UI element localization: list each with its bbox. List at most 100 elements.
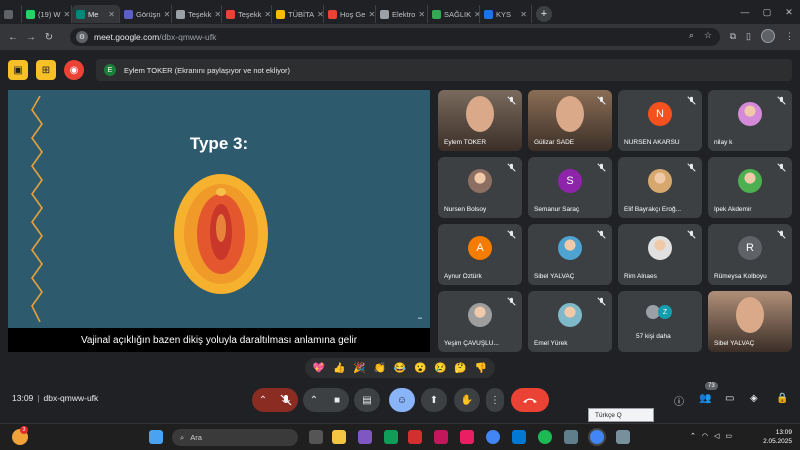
leave-call-button[interactable] (511, 388, 549, 412)
acrobat-icon[interactable] (408, 430, 422, 444)
video-options-button[interactable]: ⌃ (303, 388, 325, 412)
tab-label: Teşekk (238, 9, 262, 19)
participant-tile[interactable]: Elif Bayrakçı Eroğ... (618, 157, 702, 218)
pin-icon[interactable]: ⊞ (36, 60, 56, 80)
chevron-up-icon[interactable]: ⌃ (690, 432, 696, 440)
menu-icon[interactable]: ⋮ (785, 31, 794, 42)
tab-close-icon[interactable]: ✕ (471, 10, 479, 19)
tab-close-icon[interactable]: ✕ (161, 10, 171, 19)
raise-hand-button[interactable]: ✋ (454, 388, 480, 412)
participant-tile[interactable]: Emel Yürek (528, 291, 612, 352)
tab-close-icon[interactable]: ✕ (105, 10, 115, 19)
back-icon[interactable]: ← (4, 32, 22, 43)
zoom-icon[interactable]: ⌕ (689, 30, 694, 41)
battery-icon[interactable]: ▭ (725, 432, 732, 440)
participant-tile[interactable]: Gülizar SADE (528, 90, 612, 151)
extensions-icon[interactable]: ⧉ (730, 31, 736, 42)
info-icon[interactable]: ⓘ (674, 393, 684, 408)
settings-icon[interactable] (616, 430, 630, 444)
camera-toggle-button[interactable]: ■ (325, 388, 349, 412)
tab-close-icon[interactable]: ✕ (365, 10, 375, 19)
tab-close-icon[interactable]: ✕ (211, 10, 221, 19)
tab-close-icon[interactable]: ✕ (314, 10, 323, 19)
participant-tile[interactable]: Sibel YALVAÇ (528, 224, 612, 285)
emoji-button[interactable]: ☺ (389, 388, 415, 412)
participant-tile[interactable]: R Rümeysa Kolboyu (708, 224, 792, 285)
close-window-icon[interactable]: ✕ (778, 7, 800, 18)
captions-button[interactable]: ▤ (354, 388, 380, 412)
reaction-emoji[interactable]: 🤔 (454, 363, 466, 374)
taskbar-search[interactable]: ⌕ Ara (172, 429, 298, 446)
browser-tab[interactable]: Elektro ✕ (376, 5, 428, 23)
more-options-button[interactable]: ⋮ (486, 388, 504, 412)
reaction-emoji[interactable]: 😢 (434, 363, 446, 374)
profile-avatar[interactable] (761, 29, 775, 43)
reaction-emoji[interactable]: 😮 (414, 363, 426, 374)
mendeley-icon[interactable] (460, 430, 474, 444)
app-icon[interactable] (434, 430, 448, 444)
tab-close-icon[interactable]: ✕ (517, 10, 527, 19)
participant-tile[interactable]: İpek Akdemir (708, 157, 792, 218)
maximize-icon[interactable]: ▢ (756, 7, 778, 18)
reload-icon[interactable]: ↻ (40, 32, 58, 43)
start-icon[interactable] (149, 430, 163, 444)
browser-tab[interactable]: Görüşn ✕ (120, 5, 172, 23)
chrome-icon[interactable] (486, 430, 500, 444)
participant-tile[interactable]: Nursen Bolsoy (438, 157, 522, 218)
participant-tile[interactable]: Eylem TOKER (438, 90, 522, 151)
participant-tile[interactable]: Z 57 kişi daha (618, 291, 702, 352)
reaction-emoji[interactable]: 👎 (475, 363, 487, 374)
browser-tab[interactable]: Teşekk ✕ (222, 5, 272, 23)
activities-icon[interactable]: ◈ (750, 393, 758, 404)
tab-close-icon[interactable]: ✕ (61, 10, 71, 19)
reaction-emoji[interactable]: 🎉 (353, 363, 365, 374)
forward-icon[interactable]: → (22, 32, 40, 43)
participant-tile[interactable]: S Semanur Saraç (528, 157, 612, 218)
site-info-icon[interactable]: ⚙ (76, 31, 88, 43)
layout-icon[interactable]: ▣ (8, 60, 28, 80)
participant-tile[interactable]: Rim Alnaes (618, 224, 702, 285)
new-tab-button[interactable]: + (536, 5, 552, 22)
browser-tab[interactable]: TÜBİTA ✕ (272, 5, 324, 23)
participant-tile[interactable]: N NURSEN AKARSU (618, 90, 702, 151)
edge-icon[interactable] (384, 430, 398, 444)
browser-tab[interactable]: KYS ✕ (480, 5, 532, 23)
copilot-icon[interactable] (358, 430, 372, 444)
volume-icon[interactable]: ◁ (714, 432, 719, 440)
chrome-active-icon[interactable] (590, 430, 604, 444)
reaction-emoji[interactable]: 👏 (374, 363, 386, 374)
outlook-icon[interactable] (512, 430, 526, 444)
browser-tab[interactable]: Hoş Ge ✕ (324, 5, 376, 23)
host-controls-icon[interactable]: 🔒 (776, 393, 788, 404)
browser-tab[interactable]: Me ✕ (72, 5, 120, 23)
record-icon[interactable]: ◉ (64, 60, 84, 80)
participant-tile[interactable]: A Aynur Öztürk (438, 224, 522, 285)
participant-tile[interactable]: Yeşim ÇAVUŞLU... (438, 291, 522, 352)
wifi-icon[interactable]: ◠ (702, 432, 708, 440)
minimize-icon[interactable]: — (734, 7, 756, 17)
browser-tab[interactable]: (19) W ✕ (22, 5, 72, 23)
bookmark-star-icon[interactable]: ☆ (704, 30, 712, 41)
participant-tile[interactable]: Sibel YALVAÇ (708, 291, 792, 352)
reaction-emoji[interactable]: 😂 (394, 363, 406, 374)
task-view-icon[interactable] (309, 430, 323, 444)
spotify-icon[interactable] (538, 430, 552, 444)
chat-icon[interactable]: ▭ (725, 393, 734, 404)
participant-tile[interactable]: nilay k (708, 90, 792, 151)
tab-search-button[interactable] (0, 5, 22, 23)
address-bar[interactable]: ⚙ meet.google.com/dbx-qmww-ufk ⌕ ☆ (70, 28, 720, 46)
reaction-emoji[interactable]: 👍 (333, 363, 345, 374)
file-explorer-icon[interactable] (332, 430, 346, 444)
people-icon[interactable]: 👥 (699, 393, 711, 404)
app-icon-2[interactable] (564, 430, 578, 444)
taskbar-clock[interactable]: 13:09 2.05.2025 (763, 428, 792, 446)
sidebar-icon[interactable]: ▯ (746, 31, 751, 42)
mic-toggle-button[interactable] (274, 388, 298, 412)
tab-close-icon[interactable]: ✕ (415, 10, 425, 19)
browser-tab[interactable]: Teşekk ✕ (172, 5, 222, 23)
tab-close-icon[interactable]: ✕ (261, 10, 271, 19)
audio-options-button[interactable]: ⌃ (252, 388, 274, 412)
browser-tab[interactable]: SAĞLIK✕ (428, 5, 480, 23)
present-button[interactable]: ⬆ (421, 388, 447, 412)
reaction-emoji[interactable]: 💖 (313, 363, 325, 374)
